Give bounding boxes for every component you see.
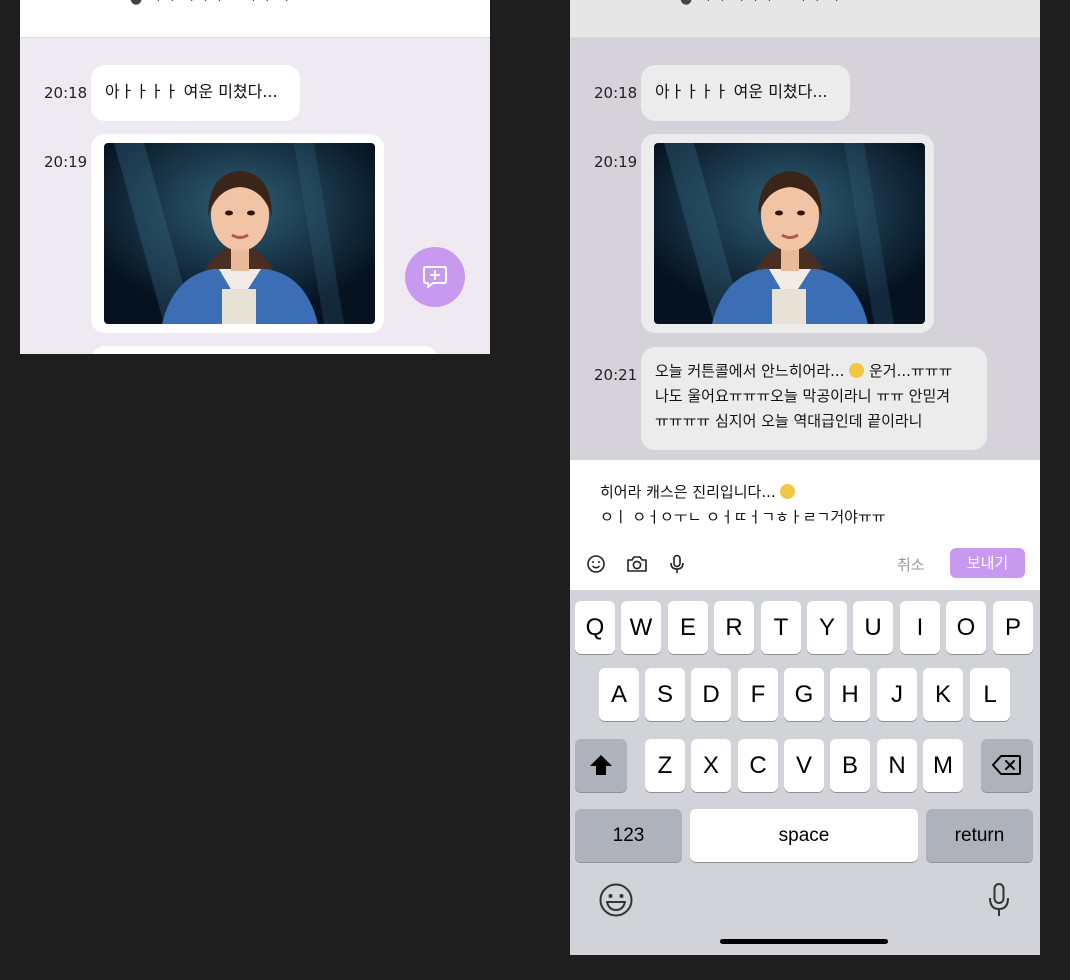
- ios-keyboard: Q W E R T Y U I O P A S D F G H J K L Z …: [570, 590, 1040, 955]
- compose-text: 히어라 캐스은 진리입니다...: [600, 483, 781, 501]
- camera-icon[interactable]: [626, 554, 648, 574]
- compose-input-line[interactable]: 히어라 캐스은 진리입니다...: [600, 481, 796, 502]
- key-t[interactable]: T: [761, 601, 801, 654]
- emoji-keyboard-icon[interactable]: [598, 882, 634, 918]
- key-o[interactable]: O: [946, 601, 986, 654]
- chat-header: ● ㄱㄱ ㄱㄱㄱ • ㄱㄱ ㄱ: [20, 0, 490, 38]
- home-indicator: [720, 939, 888, 944]
- key-m[interactable]: M: [923, 739, 963, 792]
- message-bubble[interactable]: 오늘 커튼콜에서 안느히어라... 운거...ㅠㅠㅠ 나도 울어요ㅠㅠㅠ오늘 막…: [641, 347, 987, 450]
- chat-screen-right: ● ㄱㄱ ㄱㄱㄱ • ㄱㄱ ㄱ 20:18 아ㅏㅏㅏㅏ 여운 미쳤다... 20…: [570, 0, 1040, 955]
- key-d[interactable]: D: [691, 668, 731, 721]
- key-v[interactable]: V: [784, 739, 824, 792]
- message-line: ㅠㅠㅠㅠ 심지어 오늘 역대급인데 끝이라니: [655, 412, 923, 430]
- send-button[interactable]: 보내기: [950, 548, 1025, 578]
- key-b[interactable]: B: [830, 739, 870, 792]
- return-key[interactable]: return: [926, 809, 1033, 862]
- chat-header: ● ㄱㄱ ㄱㄱㄱ • ㄱㄱ ㄱ: [570, 0, 1040, 38]
- key-c[interactable]: C: [738, 739, 778, 792]
- image-message-bubble[interactable]: [641, 134, 934, 333]
- shift-key[interactable]: [575, 739, 627, 792]
- key-g[interactable]: G: [784, 668, 824, 721]
- key-j[interactable]: J: [877, 668, 917, 721]
- dictation-mic-icon[interactable]: [988, 882, 1010, 918]
- add-comment-icon: [423, 266, 447, 288]
- message-bubble[interactable]: 아ㅏㅏㅏㅏ 여운 미쳤다...: [91, 65, 300, 121]
- key-i[interactable]: I: [900, 601, 940, 654]
- message-composer[interactable]: 히어라 캐스은 진리입니다... ㅇㅣ ㅇㅓㅇㅜㄴ ㅇㅓㄸㅓㄱㅎㅏㄹㄱ거야ㅠㅠ …: [570, 460, 1040, 590]
- message-time: 20:18: [594, 84, 638, 102]
- key-k[interactable]: K: [923, 668, 963, 721]
- key-q[interactable]: Q: [575, 601, 615, 654]
- message-text: 오늘 커튼콜에서 안느히어라...: [655, 362, 850, 380]
- performer-photo[interactable]: [104, 143, 375, 324]
- message-text: 운거...ㅠㅠㅠ: [864, 362, 953, 380]
- key-l[interactable]: L: [970, 668, 1010, 721]
- key-u[interactable]: U: [853, 601, 893, 654]
- add-comment-button[interactable]: [405, 247, 465, 307]
- key-w[interactable]: W: [621, 601, 661, 654]
- key-n[interactable]: N: [877, 739, 917, 792]
- numbers-key[interactable]: 123: [575, 809, 682, 862]
- key-x[interactable]: X: [691, 739, 731, 792]
- chat-screen-left: ● ㄱㄱ ㄱㄱㄱ • ㄱㄱ ㄱ 20:18 아ㅏㅏㅏㅏ 여운 미쳤다... 20…: [20, 0, 490, 354]
- key-r[interactable]: R: [714, 601, 754, 654]
- message-bubble-partial[interactable]: [91, 346, 438, 354]
- message-time: 20:18: [44, 84, 88, 102]
- key-p[interactable]: P: [993, 601, 1033, 654]
- message-time: 20:19: [44, 153, 88, 171]
- message-text: 아ㅏㅏㅏㅏ 여운 미쳤다...: [105, 82, 278, 101]
- key-y[interactable]: Y: [807, 601, 847, 654]
- message-time: 20:21: [594, 366, 638, 384]
- delete-icon: [992, 755, 1021, 775]
- key-h[interactable]: H: [830, 668, 870, 721]
- key-e[interactable]: E: [668, 601, 708, 654]
- key-z[interactable]: Z: [645, 739, 685, 792]
- compose-input-line[interactable]: ㅇㅣ ㅇㅓㅇㅜㄴ ㅇㅓㄸㅓㄱㅎㅏㄹㄱ거야ㅠㅠ: [600, 506, 886, 527]
- shift-icon: [590, 755, 612, 775]
- image-message-bubble[interactable]: [91, 134, 384, 333]
- key-s[interactable]: S: [645, 668, 685, 721]
- delete-key[interactable]: [981, 739, 1033, 792]
- message-time: 20:19: [594, 153, 638, 171]
- message-line: 오늘 커튼콜에서 안느히어라... 운거...ㅠㅠㅠ: [655, 359, 973, 384]
- performer-photo[interactable]: [654, 143, 925, 324]
- cancel-button[interactable]: 취소: [897, 554, 925, 575]
- key-a[interactable]: A: [599, 668, 639, 721]
- teary-emoji-icon: [780, 484, 796, 499]
- chat-header-title: ● ㄱㄱ ㄱㄱㄱ • ㄱㄱ ㄱ: [130, 0, 291, 8]
- message-text: 아ㅏㅏㅏㅏ 여운 미쳤다...: [655, 82, 828, 101]
- space-key[interactable]: space: [690, 809, 918, 862]
- chat-header-title: ● ㄱㄱ ㄱㄱㄱ • ㄱㄱ ㄱ: [680, 0, 841, 8]
- message-line: 나도 울어요ㅠㅠㅠ오늘 막공이라니 ㅠㅠ 안믿겨: [655, 387, 951, 405]
- message-bubble[interactable]: 아ㅏㅏㅏㅏ 여운 미쳤다...: [641, 65, 850, 121]
- emoji-icon[interactable]: [586, 554, 606, 574]
- mic-icon[interactable]: [669, 554, 685, 574]
- teary-emoji-icon: [849, 363, 865, 378]
- key-f[interactable]: F: [738, 668, 778, 721]
